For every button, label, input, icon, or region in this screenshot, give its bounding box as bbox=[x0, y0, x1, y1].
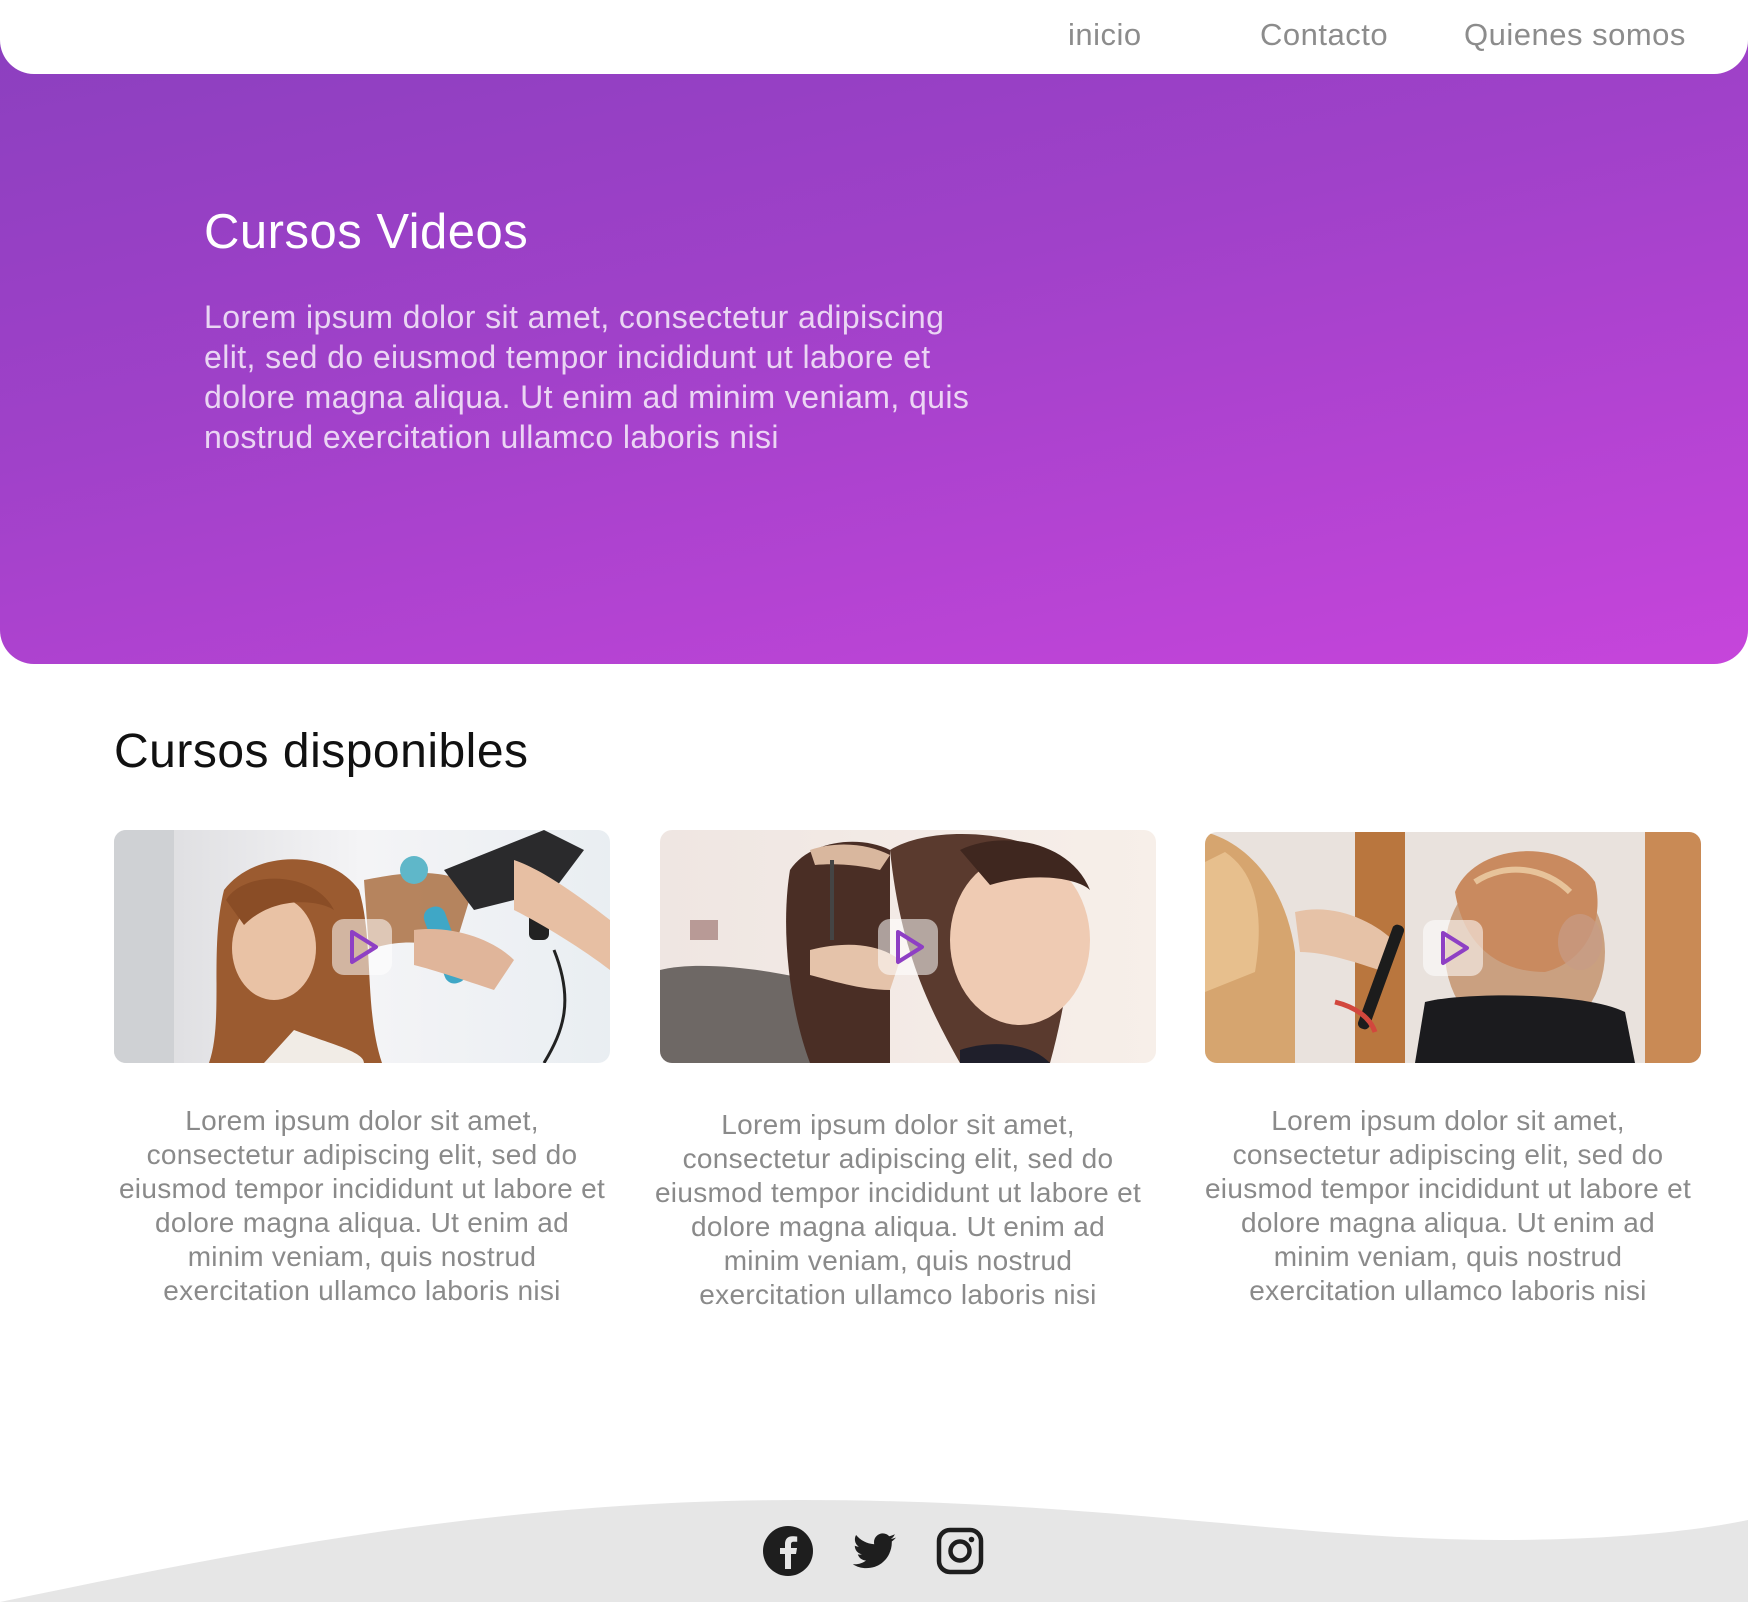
nav-link-contacto[interactable]: Contacto bbox=[1260, 17, 1388, 53]
twitter-icon[interactable] bbox=[848, 1525, 900, 1577]
play-icon bbox=[896, 929, 924, 964]
facebook-icon[interactable] bbox=[762, 1525, 814, 1577]
course-description-2: Lorem ipsum dolor sit amet, consectetur … bbox=[654, 1109, 1142, 1310]
courses-section-title: Cursos disponibles bbox=[114, 725, 529, 778]
course-description-1: Lorem ipsum dolor sit amet, consectetur … bbox=[118, 1105, 606, 1306]
hero-title: Cursos Videos bbox=[204, 205, 529, 259]
play-button-1[interactable] bbox=[332, 918, 392, 975]
hero-banner: Cursos Videos Lorem ipsum dolor sit amet… bbox=[0, 0, 1748, 664]
nav-link-inicio[interactable]: inicio bbox=[1068, 17, 1142, 53]
hero-description: Lorem ipsum dolor sit amet, consectetur … bbox=[204, 299, 970, 455]
page: Cursos Videos Lorem ipsum dolor sit amet… bbox=[0, 0, 1748, 1602]
navbar: inicio Contacto Quienes somos bbox=[0, 0, 1748, 74]
course-description-3: Lorem ipsum dolor sit amet, consectetur … bbox=[1204, 1105, 1692, 1306]
play-icon bbox=[350, 929, 378, 964]
play-icon bbox=[1441, 930, 1469, 965]
course-video-thumbnail-3[interactable] bbox=[1205, 832, 1701, 1063]
play-button-2[interactable] bbox=[878, 918, 938, 975]
instagram-icon[interactable] bbox=[934, 1525, 986, 1577]
play-button-3[interactable] bbox=[1423, 919, 1483, 976]
course-video-thumbnail-2[interactable] bbox=[660, 830, 1156, 1063]
course-video-thumbnail-1[interactable] bbox=[114, 830, 610, 1063]
nav-link-quienes-somos[interactable]: Quienes somos bbox=[1464, 17, 1686, 53]
